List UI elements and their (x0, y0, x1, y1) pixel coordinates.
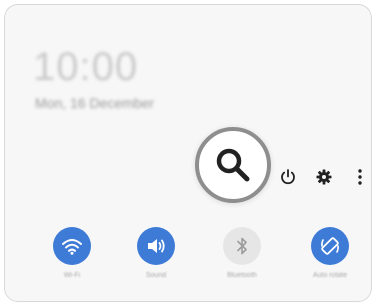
quick-tile-auto-rotate[interactable]: Auto rotate (300, 227, 360, 280)
bluetooth-toggle[interactable] (223, 227, 261, 265)
auto-rotate-toggle[interactable] (311, 227, 349, 265)
wifi-icon (62, 239, 82, 255)
quick-tile-sound[interactable]: Sound (126, 227, 186, 280)
clock-date: Mon, 16 December (35, 95, 155, 111)
quick-tile-bluetooth[interactable]: Bluetooth (212, 227, 272, 280)
sound-icon (148, 239, 165, 253)
power-icon (281, 169, 295, 185)
more-options-button[interactable] (349, 166, 371, 188)
clock-time: 10:00 (33, 45, 139, 89)
bluetooth-label: Bluetooth (227, 272, 257, 279)
gear-icon (316, 169, 332, 185)
quick-panel: 10:00 Mon, 16 December Wi-Fi Sound Bluet… (4, 4, 372, 302)
wifi-toggle[interactable] (53, 227, 91, 265)
sound-toggle[interactable] (137, 227, 175, 265)
sound-label: Sound (145, 272, 167, 279)
power-button[interactable] (277, 166, 299, 188)
quick-tile-wifi[interactable]: Wi-Fi (42, 227, 102, 280)
search-button[interactable] (195, 127, 271, 203)
more-vertical-icon (358, 169, 362, 185)
search-icon (216, 148, 250, 182)
wifi-label: Wi-Fi (63, 272, 81, 279)
settings-button[interactable] (313, 166, 335, 188)
auto-rotate-icon (321, 237, 339, 255)
auto-rotate-label: Auto rotate (312, 272, 348, 279)
quick-settings-row: Wi-Fi Sound Bluetooth Auto rotate (5, 227, 371, 301)
bluetooth-icon (237, 237, 247, 255)
